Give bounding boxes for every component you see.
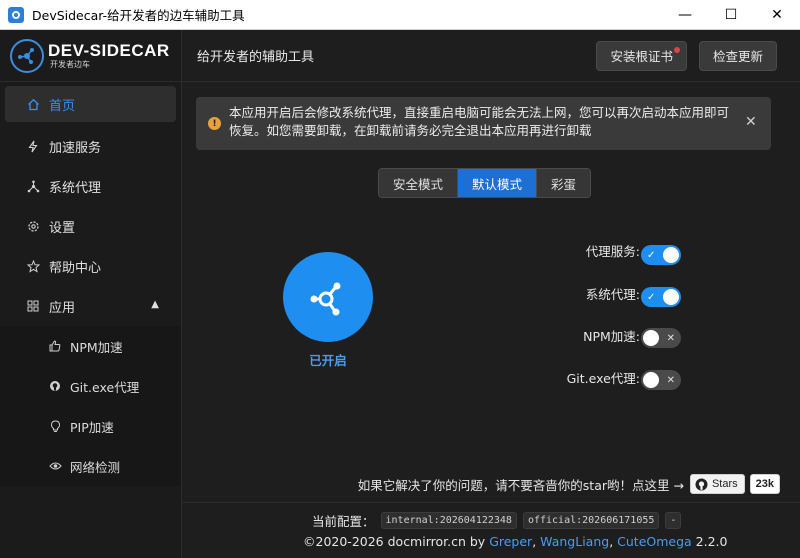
sidebar-item-label: 帮助中心 [49,260,102,276]
sidebar-item-label: 首页 [49,98,76,114]
config-official-tag: official:202606171055 [522,512,660,529]
network-icon [26,179,40,193]
bulb-icon [48,419,62,433]
install-cert-button[interactable]: 安装根证书 [596,40,687,71]
stars-count[interactable]: 23k [749,474,780,494]
close-button[interactable]: ✕ [754,0,800,30]
switch-label: 代理服务: [585,244,640,259]
logo-subtitle: 开发者边车 [50,60,90,69]
config-row: 当前配置： internal:202604122348 official:202… [312,511,687,530]
header: 给开发者的辅助工具 安装根证书 检查更新 [182,30,800,82]
warning-icon: ! [208,117,221,130]
author-link-cuteomega[interactable]: CuteOmega [617,534,692,549]
switch-row-git: Git.exe代理: [567,368,640,387]
mode-default[interactable]: 默认模式 [458,169,538,197]
star-prompt-link[interactable]: 如果它解决了你的问题，请不要吝啬你的star哟！点这里 → [358,475,684,494]
system-proxy-toggle[interactable]: ✓ [641,287,681,307]
author-link-wangliang[interactable]: WangLiang [540,534,609,549]
config-internal-tag: internal:202604122348 [380,512,517,529]
check-update-button[interactable]: 检查更新 [698,40,777,71]
logo: DEV-SIDECAR 开发者边车 [0,30,181,82]
sidebar-item-label: Git.exe代理 [70,379,140,395]
check-icon: ✓ [647,249,656,261]
mode-selector: 安全模式 默认模式 彩蛋 [378,168,592,198]
sidebar-item-label: 应用 [49,300,76,316]
app-icon [8,6,24,23]
check-icon: ✓ [647,291,656,303]
gear-icon [26,219,40,233]
sidebar-item-label: 网络检测 [70,459,121,475]
mode-safe[interactable]: 安全模式 [379,169,459,197]
page-title: 给开发者的辅助工具 [197,50,315,65]
switch-row-proxy-service: 代理服务: [586,241,640,260]
notification-dot [673,46,680,53]
sidebar-item-network-check[interactable]: 网络检测 [0,446,181,486]
apps-submenu: NPM加速 Git.exe代理 PIP加速 网络检测 [0,326,181,486]
config-label: 当前配置： [312,514,375,529]
power-status: 已开启 [309,353,347,368]
window-titlebar: DevSidecar-给开发者的边车辅助工具 — ☐ ✕ [0,0,800,30]
alert-text: 本应用开启后会修改系统代理，直接重启电脑可能会无法上网，您可以再次启动本应用即可… [229,105,730,138]
close-icon: ✕ [666,332,675,344]
star-icon [26,259,40,273]
switch-row-npm: NPM加速: [583,326,640,345]
sidebar-item-acceleration[interactable]: 加速服务 [0,126,181,166]
logo-title: DEV-SIDECAR [48,41,170,60]
warning-alert: ! 本应用开启后会修改系统代理，直接重启电脑可能会无法上网，您可以再次启动本应用… [196,97,771,150]
sidebar: DEV-SIDECAR 开发者边车 首页 加速服务 系统代理 设置 帮助中心 应… [0,30,182,558]
author-link-greper[interactable]: Greper [489,534,532,549]
sidebar-item-git[interactable]: Git.exe代理 [0,366,181,406]
window-title: DevSidecar-给开发者的边车辅助工具 [32,8,245,23]
sidebar-item-label: 设置 [49,220,76,236]
thumb-icon [48,339,62,353]
bottom-info: 当前配置： internal:202604122348 official:202… [182,502,800,558]
sidebar-item-help[interactable]: 帮助中心 [0,246,181,286]
switch-label: Git.exe代理: [566,371,640,386]
star-prompt-row: 如果它解决了你的问题，请不要吝啬你的star哟！点这里 → Stars 23k [182,471,800,497]
github-icon [48,379,62,393]
sidebar-item-label: 系统代理 [49,180,102,196]
mode-easter-egg[interactable]: 彩蛋 [537,169,591,197]
apps-icon [26,299,40,313]
sidebar-item-system-proxy[interactable]: 系统代理 [0,166,181,206]
main-content: 给开发者的辅助工具 安装根证书 检查更新 ! 本应用开启后会修改系统代理，直接重… [182,30,800,558]
sidebar-item-home[interactable]: 首页 [5,86,176,122]
github-stars-button[interactable]: Stars [689,474,745,494]
separator: , [609,534,618,549]
sidebar-item-pip[interactable]: PIP加速 [0,406,181,446]
separator: , [532,534,541,549]
config-extra-tag: - [665,512,682,529]
copyright-row: ©2020-2026 docmirror.cn by Greper, WangL… [303,534,727,549]
sidebar-item-npm[interactable]: NPM加速 [0,326,181,366]
stars-label: Stars [711,478,738,490]
sidebar-item-label: PIP加速 [70,419,114,435]
maximize-button[interactable]: ☐ [708,0,754,30]
network-node-icon [310,282,341,316]
github-icon [695,478,708,490]
sidebar-item-apps[interactable]: 应用 ▲ [0,286,181,326]
npm-toggle[interactable]: ✕ [641,328,681,348]
lightning-icon [26,139,40,153]
check-update-label: 检查更新 [712,49,763,64]
minimize-button[interactable]: — [662,0,708,30]
close-icon[interactable]: ✕ [745,114,761,150]
eye-icon [48,459,62,473]
version-label: 2.2.0 [695,534,728,549]
home-icon [26,97,40,111]
switch-label: NPM加速: [583,329,640,344]
chevron-up-icon[interactable]: ▲ [151,299,159,310]
sidebar-item-label: 加速服务 [49,140,102,156]
power-button[interactable] [283,252,373,342]
copyright-text: ©2020-2026 docmirror.cn by [303,534,490,549]
close-icon: ✕ [666,374,675,386]
sidebar-item-label: NPM加速 [70,339,123,355]
proxy-service-toggle[interactable]: ✓ [641,245,681,265]
switch-label: 系统代理: [585,287,640,302]
sidebar-item-settings[interactable]: 设置 [0,206,181,246]
install-cert-label: 安装根证书 [610,49,673,64]
switch-row-system-proxy: 系统代理: [586,284,640,303]
logo-icon [10,38,44,73]
git-toggle[interactable]: ✕ [641,370,681,390]
